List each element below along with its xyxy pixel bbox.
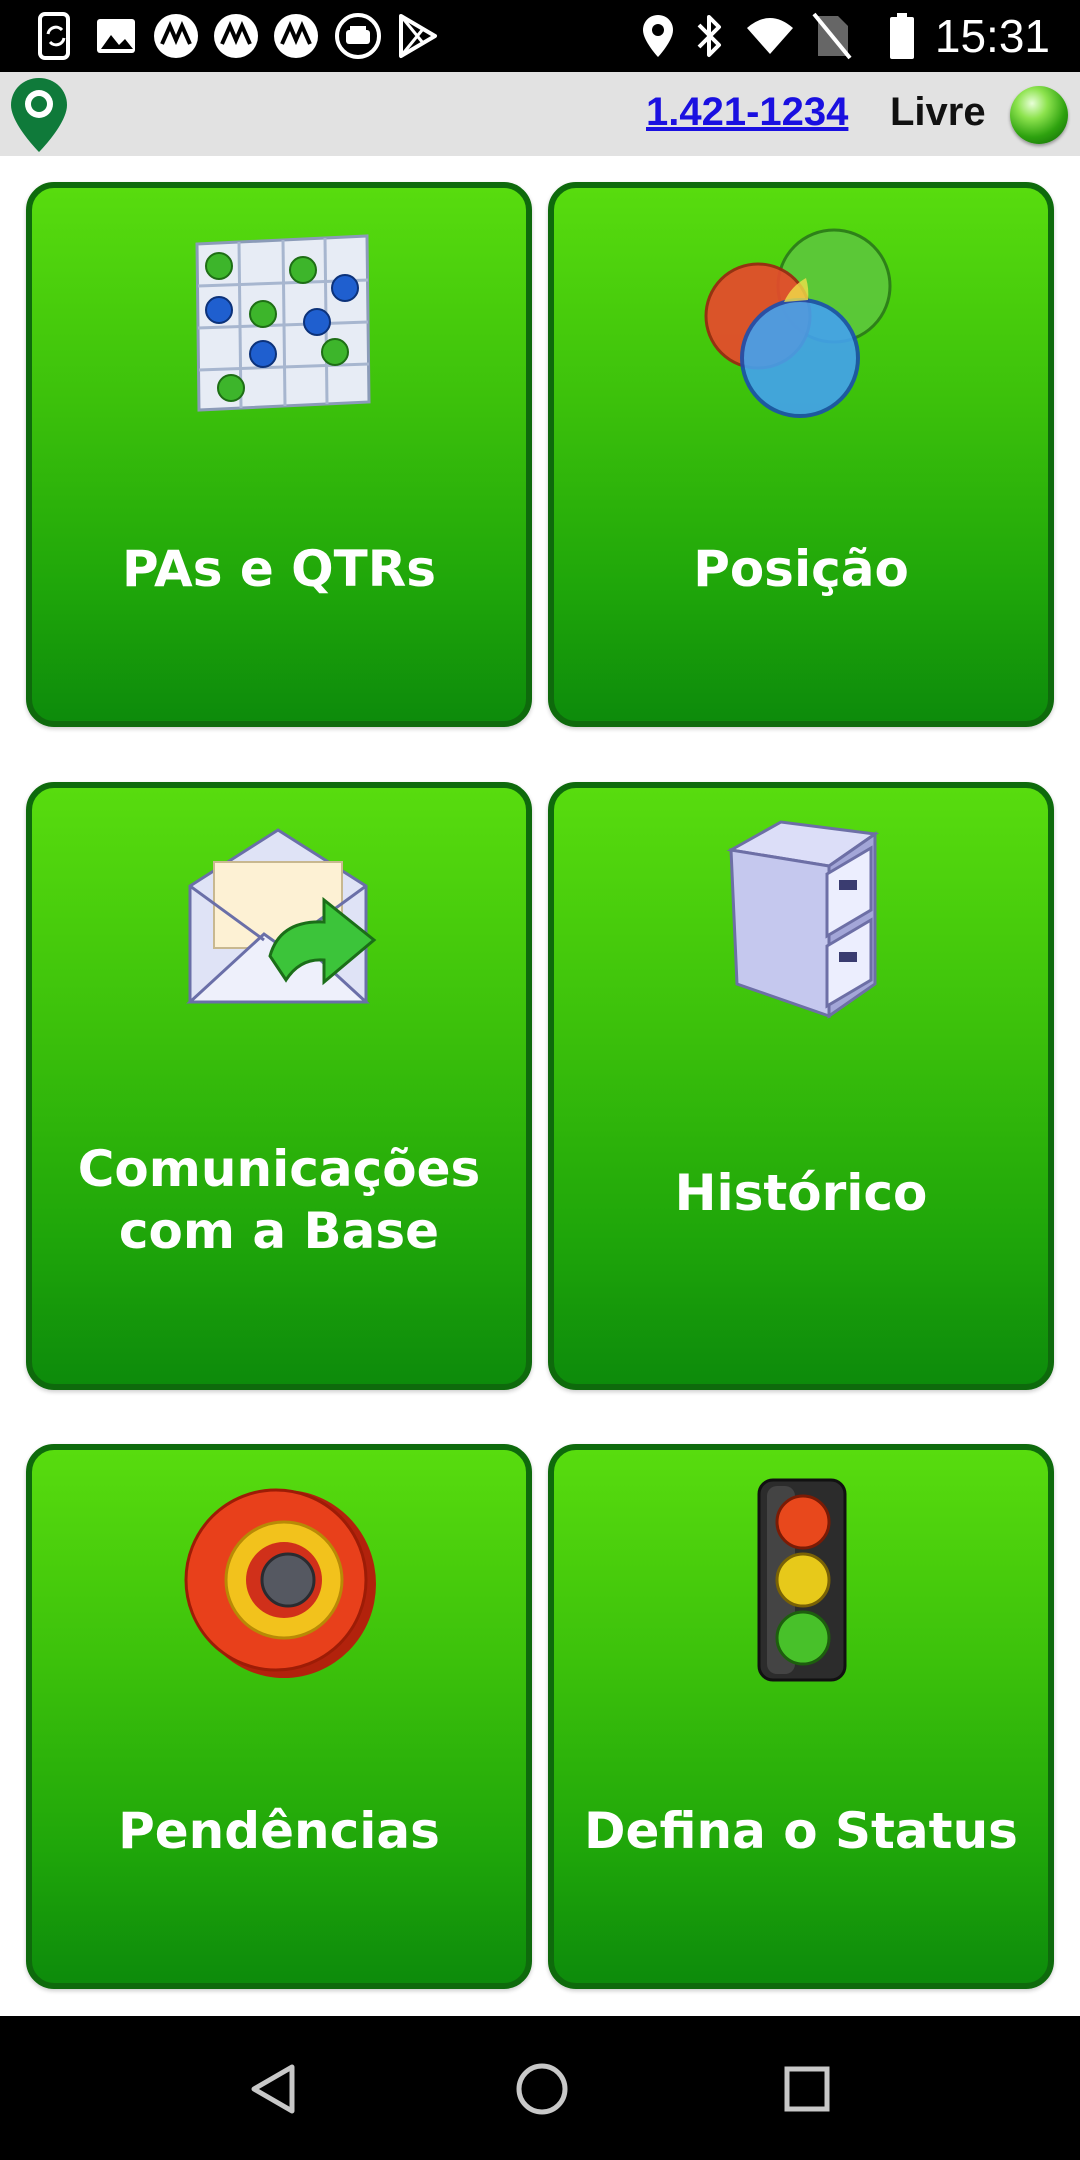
tile-historico[interactable]: Histórico xyxy=(548,782,1054,1390)
location-icon xyxy=(632,10,684,62)
taxi-icon xyxy=(332,10,384,62)
tile-label: Histórico xyxy=(674,1164,928,1222)
bluetooth-icon xyxy=(684,10,736,62)
tile-comunicacoes-base[interactable]: Comunicações com a Base xyxy=(26,782,532,1390)
tile-label: Pendências xyxy=(118,1802,440,1860)
status-time: 15:31 xyxy=(934,10,1050,62)
status-indicator-orb xyxy=(1010,86,1068,144)
app-header: 1.421-1234 Livre xyxy=(0,72,1080,156)
motorola-icon xyxy=(150,10,202,62)
home-icon[interactable] xyxy=(507,2054,577,2124)
tile-label: Posição xyxy=(693,540,909,598)
motorola-icon xyxy=(270,10,322,62)
tile-label: Defina o Status xyxy=(584,1802,1018,1860)
battery-icon xyxy=(876,10,928,62)
tile-label: PAs e QTRs xyxy=(121,540,437,598)
driver-status-label: Livre xyxy=(890,90,986,134)
status-bar: 15:31 xyxy=(0,0,1080,72)
no-sim-icon xyxy=(806,10,858,62)
wifi-icon xyxy=(744,10,796,62)
phone-number-link[interactable]: 1.421-1234 xyxy=(646,86,848,138)
tile-label: Comunicações com a Base xyxy=(77,1140,481,1260)
traffic-light-icon xyxy=(741,1476,861,1691)
envelope-forward-icon xyxy=(174,816,384,1031)
tile-posicao[interactable]: Posição xyxy=(548,182,1054,727)
recents-icon[interactable] xyxy=(772,2054,842,2124)
play-store-icon xyxy=(392,10,444,62)
target-icon xyxy=(174,1480,384,1695)
file-cabinet-icon xyxy=(711,814,891,1029)
grid-dots-icon xyxy=(179,222,379,427)
map-pin-logo-icon xyxy=(8,76,70,154)
tile-pendencias[interactable]: Pendências xyxy=(26,1444,532,1989)
image-icon xyxy=(90,10,142,62)
back-icon[interactable] xyxy=(238,2054,308,2124)
venn-circles-icon xyxy=(696,218,906,433)
screen-sync-icon xyxy=(30,10,82,62)
motorola-icon xyxy=(210,10,262,62)
tile-pas-qtrs[interactable]: PAs e QTRs xyxy=(26,182,532,727)
system-nav-bar xyxy=(0,2016,1080,2160)
tile-defina-status[interactable]: Defina o Status xyxy=(548,1444,1054,1989)
